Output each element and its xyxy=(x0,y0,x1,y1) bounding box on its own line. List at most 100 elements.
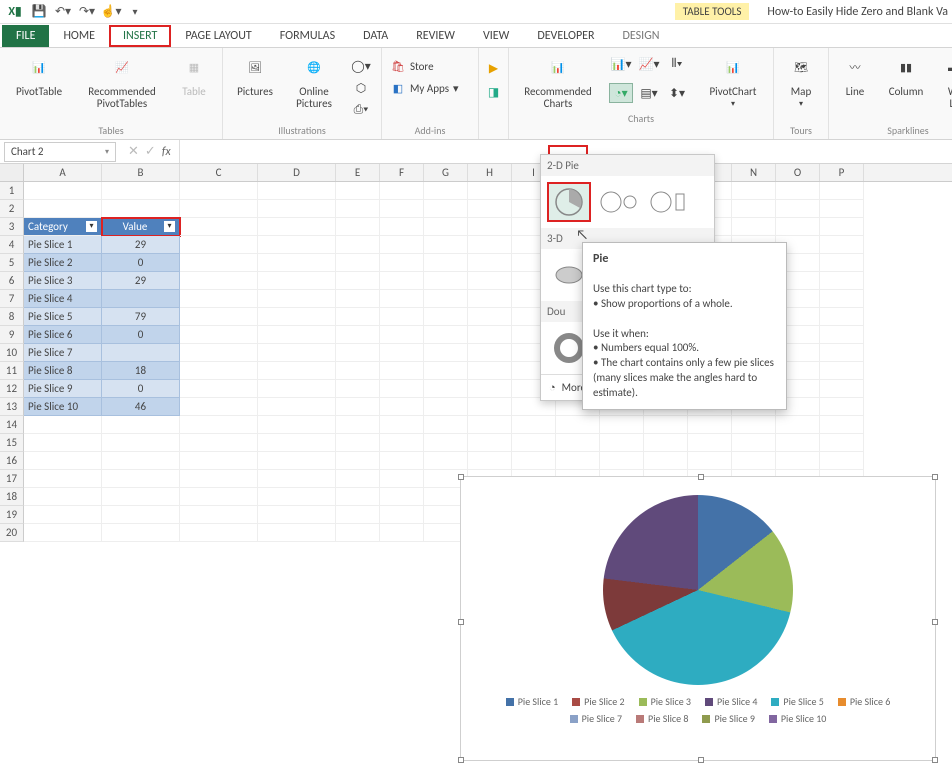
cell[interactable]: Pie Slice 3 xyxy=(24,272,102,290)
cell[interactable]: 29 xyxy=(102,236,180,254)
cell[interactable] xyxy=(180,398,258,416)
cell[interactable] xyxy=(180,200,258,218)
col-header[interactable]: H xyxy=(468,164,512,181)
cell[interactable] xyxy=(102,344,180,362)
row-header[interactable]: 2 xyxy=(0,200,24,218)
cell[interactable] xyxy=(732,416,776,434)
touch-mode-icon[interactable]: ☝▾ xyxy=(100,2,122,22)
tab-insert[interactable]: INSERT xyxy=(109,25,171,47)
cell[interactable] xyxy=(468,398,512,416)
cell[interactable] xyxy=(820,380,864,398)
cell[interactable] xyxy=(468,290,512,308)
cell[interactable] xyxy=(180,452,258,470)
cell[interactable] xyxy=(380,488,424,506)
cell[interactable] xyxy=(258,398,336,416)
cell[interactable] xyxy=(468,362,512,380)
cell[interactable] xyxy=(820,290,864,308)
cell[interactable] xyxy=(776,416,820,434)
cell[interactable] xyxy=(380,434,424,452)
cell[interactable] xyxy=(336,506,380,524)
cell[interactable]: 0 xyxy=(102,326,180,344)
cell[interactable] xyxy=(424,254,468,272)
cell[interactable] xyxy=(258,380,336,398)
cell[interactable] xyxy=(102,416,180,434)
cell[interactable]: 18 xyxy=(102,362,180,380)
cell[interactable] xyxy=(424,452,468,470)
cell[interactable] xyxy=(468,182,512,200)
cell[interactable] xyxy=(468,236,512,254)
cell[interactable] xyxy=(424,398,468,416)
cell[interactable] xyxy=(180,326,258,344)
cell[interactable] xyxy=(644,452,688,470)
cell[interactable]: Pie Slice 7 xyxy=(24,344,102,362)
row-header[interactable]: 14 xyxy=(0,416,24,434)
pictures-button[interactable]: 🖼Pictures xyxy=(231,52,279,120)
cell[interactable] xyxy=(180,218,258,236)
cell[interactable] xyxy=(180,380,258,398)
store-button[interactable]: 🛍Store xyxy=(390,58,470,74)
cell[interactable] xyxy=(336,344,380,362)
cell[interactable] xyxy=(336,416,380,434)
cell[interactable] xyxy=(336,452,380,470)
cell[interactable] xyxy=(424,290,468,308)
row-header[interactable]: 18 xyxy=(0,488,24,506)
legend-item[interactable]: Pie Slice 10 xyxy=(769,712,826,725)
line-chart-icon[interactable]: 📈▾ xyxy=(637,54,661,74)
fx-icon[interactable]: fx xyxy=(162,145,171,159)
cell[interactable]: Value▾ xyxy=(102,218,180,236)
col-header[interactable]: D xyxy=(258,164,336,181)
cell[interactable] xyxy=(24,182,102,200)
cell[interactable] xyxy=(424,218,468,236)
cell[interactable] xyxy=(424,380,468,398)
cell[interactable] xyxy=(24,506,102,524)
cell[interactable] xyxy=(776,434,820,452)
cell[interactable] xyxy=(102,434,180,452)
cell[interactable] xyxy=(776,182,820,200)
cell[interactable] xyxy=(336,254,380,272)
tab-data[interactable]: DATA xyxy=(349,25,402,47)
row-header[interactable]: 5 xyxy=(0,254,24,272)
legend-item[interactable]: Pie Slice 4 xyxy=(705,695,757,708)
cell[interactable] xyxy=(336,362,380,380)
statistic-chart-icon[interactable]: ⫴▾ xyxy=(665,54,689,74)
qat-customize-icon[interactable]: ▾ xyxy=(124,2,146,22)
legend-item[interactable]: Pie Slice 2 xyxy=(572,695,624,708)
cell[interactable] xyxy=(180,308,258,326)
col-header[interactable]: G xyxy=(424,164,468,181)
cancel-icon[interactable]: ✕ xyxy=(128,144,139,159)
cell[interactable] xyxy=(776,200,820,218)
cell[interactable]: 79 xyxy=(102,308,180,326)
tab-design[interactable]: DESIGN xyxy=(609,25,674,47)
legend-item[interactable]: Pie Slice 3 xyxy=(639,695,691,708)
cell[interactable] xyxy=(336,308,380,326)
pivotchart-button[interactable]: 📊PivotChart▾ xyxy=(701,52,765,110)
sparkline-column-button[interactable]: ▮▮Column xyxy=(883,52,929,110)
cell[interactable] xyxy=(468,218,512,236)
cell[interactable] xyxy=(336,218,380,236)
cell[interactable]: 0 xyxy=(102,254,180,272)
cell[interactable]: Pie Slice 5 xyxy=(24,308,102,326)
cell[interactable] xyxy=(468,344,512,362)
cell[interactable] xyxy=(776,452,820,470)
myapps-button[interactable]: ◧My Apps▾ xyxy=(390,80,470,96)
tab-developer[interactable]: DEVELOPER xyxy=(523,25,608,47)
cell[interactable] xyxy=(380,506,424,524)
cell[interactable] xyxy=(820,254,864,272)
pie-chart-icon[interactable]: ◔▾ xyxy=(609,83,633,103)
cell[interactable] xyxy=(180,272,258,290)
pie-2d-option[interactable] xyxy=(547,182,591,222)
undo-icon[interactable]: ↶▾ xyxy=(52,2,74,22)
cell[interactable] xyxy=(24,416,102,434)
pivottable-button[interactable]: 📊PivotTable xyxy=(8,52,70,110)
cell[interactable] xyxy=(468,380,512,398)
cell[interactable] xyxy=(380,182,424,200)
cell[interactable] xyxy=(732,218,776,236)
cell[interactable] xyxy=(468,200,512,218)
cell[interactable]: Pie Slice 1 xyxy=(24,236,102,254)
row-header[interactable]: 7 xyxy=(0,290,24,308)
cell[interactable] xyxy=(180,362,258,380)
tab-home[interactable]: HOME xyxy=(49,25,109,47)
cell[interactable] xyxy=(688,416,732,434)
cell[interactable] xyxy=(258,506,336,524)
cell[interactable] xyxy=(102,452,180,470)
